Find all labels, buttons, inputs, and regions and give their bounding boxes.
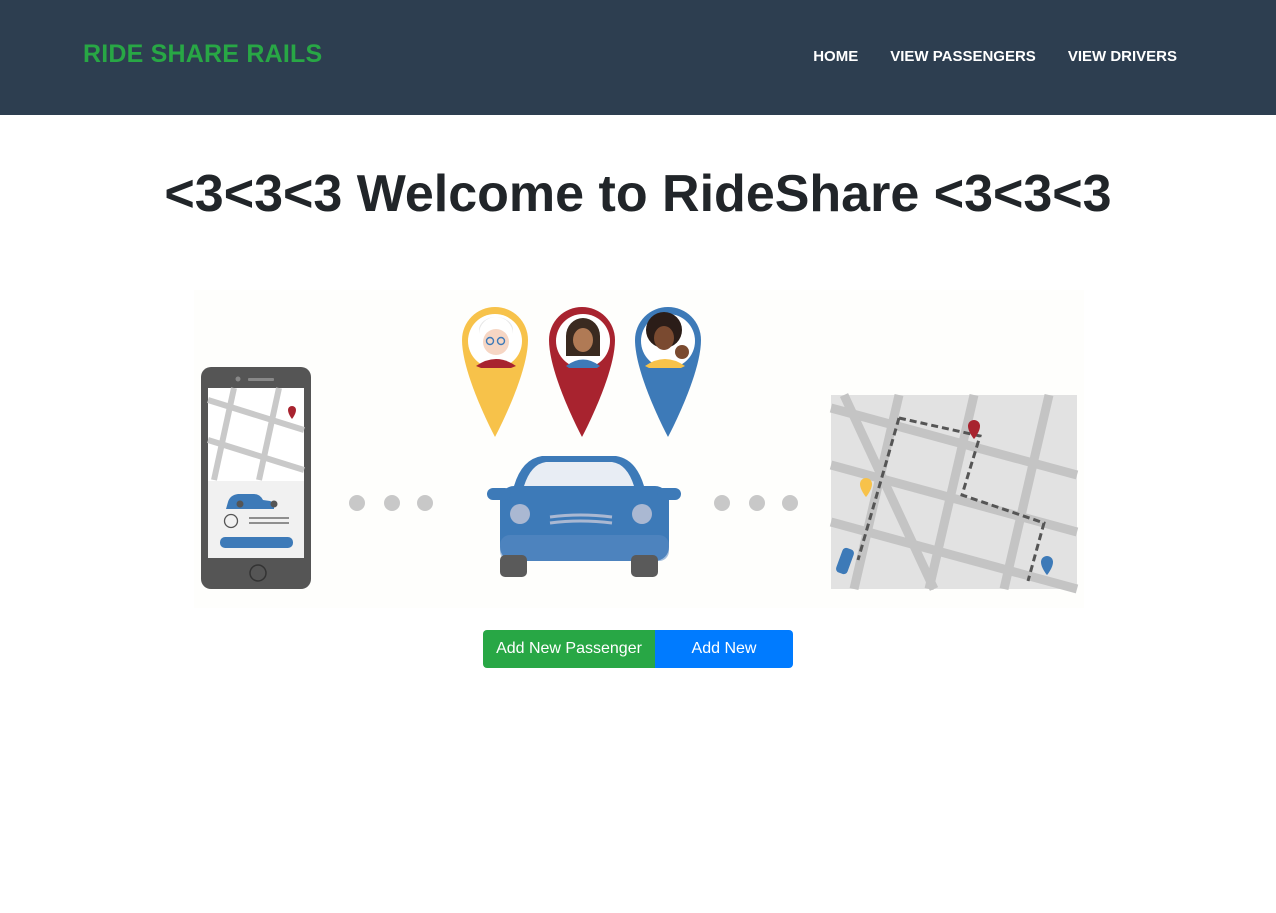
- progress-dots-right: [714, 495, 798, 511]
- brand-logo-link[interactable]: RIDE SHARE RAILS: [83, 40, 322, 69]
- add-new-driver-button[interactable]: Add New Driver: [655, 630, 793, 695]
- route-map-icon: [829, 393, 1079, 594]
- nav-home-link[interactable]: HOME: [813, 48, 858, 65]
- rideshare-illustration: [194, 290, 1084, 608]
- page-title: <3<3<3 Welcome to RideShare <3<3<3: [164, 165, 1112, 223]
- smartphone-icon: [201, 367, 311, 589]
- progress-dots-left: [349, 495, 433, 511]
- nav-view-drivers-link[interactable]: VIEW DRIVERS: [1068, 48, 1177, 65]
- nav-links: HOME VIEW PASSENGERS VIEW DRIVERS: [813, 48, 1177, 65]
- top-navbar: RIDE SHARE RAILS HOME VIEW PASSENGERS VI…: [0, 0, 1276, 115]
- action-button-group: Add New Passenger Add New Driver: [483, 630, 793, 695]
- nav-view-passengers-link[interactable]: VIEW PASSENGERS: [890, 48, 1036, 65]
- add-new-passenger-button[interactable]: Add New Passenger: [483, 630, 655, 668]
